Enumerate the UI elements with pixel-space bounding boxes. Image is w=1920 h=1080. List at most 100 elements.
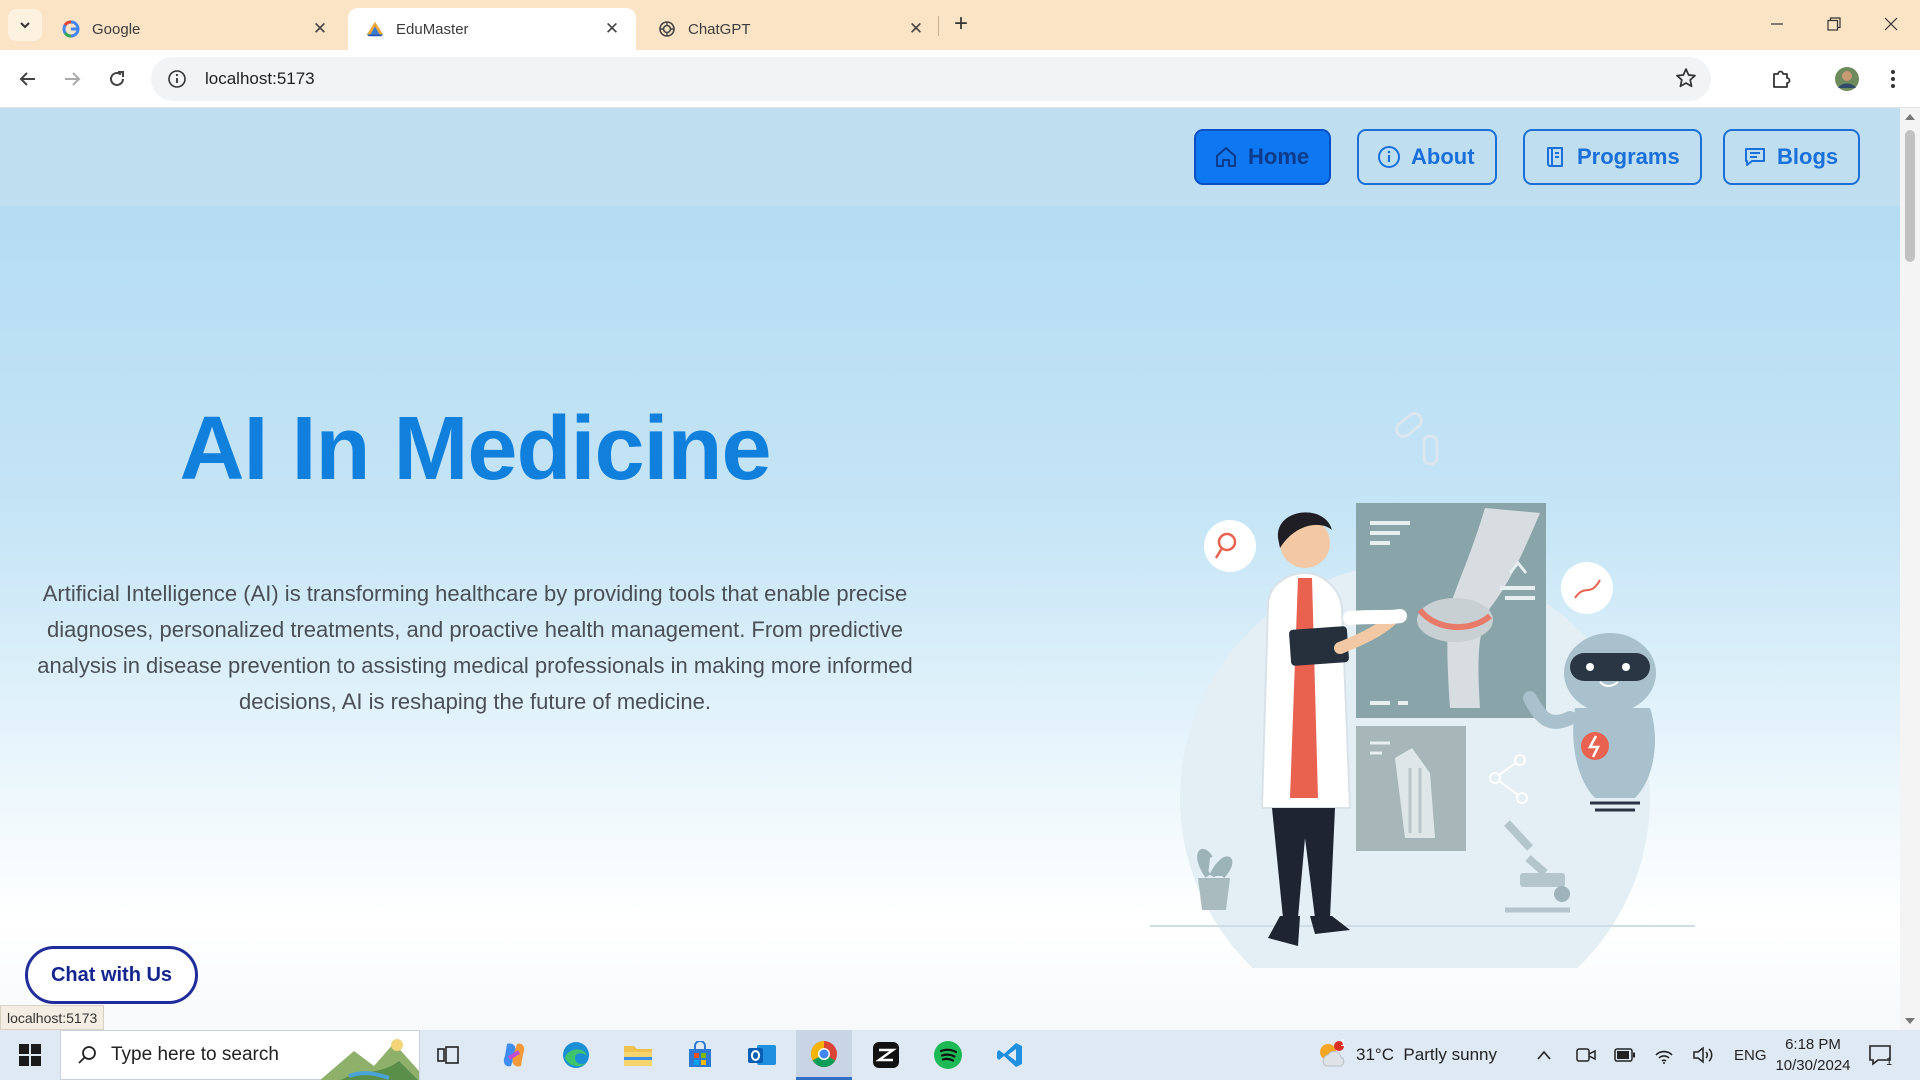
edge-app[interactable] [548, 1030, 604, 1080]
avatar-icon [1835, 67, 1859, 91]
browser-toolbar: localhost:5173 [0, 50, 1920, 108]
clock-date: 10/30/2024 [1775, 1057, 1851, 1074]
scroll-up-icon[interactable] [1905, 114, 1915, 120]
nav-blogs-label: Blogs [1777, 144, 1839, 169]
close-icon[interactable]: ✕ [906, 19, 926, 39]
taskbar-search-box[interactable]: Type here to search [60, 1030, 420, 1080]
nav-about-label: About [1411, 144, 1475, 169]
windows-taskbar: Type here to search 1 31°C Partly sunny [0, 1030, 1920, 1080]
forward-button[interactable] [56, 63, 88, 95]
weather-text: 31°C Partly sunny [1356, 1045, 1497, 1064]
scrollbar-thumb[interactable] [1905, 130, 1915, 262]
link-status-bar: localhost:5173 [0, 1005, 105, 1030]
bookmark-star-icon[interactable] [1675, 67, 1697, 94]
chevron-down-icon [20, 22, 30, 29]
weather-badge: 1 [1340, 1038, 1346, 1049]
nav-about-button[interactable]: About [1357, 129, 1497, 185]
extensions-button[interactable] [1765, 63, 1797, 95]
store-icon [689, 1041, 711, 1067]
tab-title: Google [92, 20, 141, 38]
nav-home-label: Home [1248, 144, 1310, 169]
hero-title: AI In Medicine [179, 399, 771, 499]
nav-blogs-button[interactable]: Blogs [1723, 129, 1861, 185]
nav-home-button[interactable]: Home [1194, 129, 1332, 185]
chat-with-us-button[interactable]: Chat with Us [25, 946, 198, 1004]
page-scrollbar[interactable] [1900, 108, 1920, 1030]
capcut-app[interactable] [858, 1030, 914, 1080]
chatgpt-icon [658, 20, 676, 38]
vscode-app[interactable] [982, 1030, 1038, 1080]
search-highlight-image [320, 1039, 419, 1080]
more-vertical-icon [1891, 70, 1895, 88]
browser-tab-bar: Google ✕ EduMaster ✕ ChatGPT ✕ + [0, 0, 1920, 50]
tab-edumaster[interactable]: EduMaster ✕ [348, 8, 636, 50]
search-placeholder: Type here to search [111, 1044, 279, 1065]
nav-programs-label: Programs [1577, 144, 1680, 169]
message-icon [1745, 148, 1765, 166]
address-bar[interactable]: localhost:5173 [151, 57, 1711, 101]
show-hidden-icons-button[interactable] [1536, 1030, 1552, 1080]
browser-menu-button[interactable] [1877, 63, 1909, 95]
minimize-button[interactable] [1748, 0, 1806, 48]
task-view-icon [437, 1046, 459, 1064]
plus-icon: + [953, 10, 968, 37]
tab-search-button[interactable] [8, 9, 42, 41]
vscode-icon [997, 1043, 1022, 1067]
doctor-robot-illustration [1150, 412, 1695, 968]
url-text: localhost:5173 [205, 69, 315, 88]
tab-title: ChatGPT [688, 20, 751, 38]
weather-widget[interactable]: 1 31°C Partly sunny [1316, 1030, 1497, 1080]
site-navbar: Home About Programs Blogs [0, 108, 1900, 206]
wifi-icon[interactable] [1654, 1030, 1674, 1080]
edumaster-icon [366, 20, 384, 38]
tab-separator [938, 16, 939, 36]
close-window-button[interactable] [1862, 0, 1920, 48]
page-viewport: Home About Programs Blogs AI In Medicine… [0, 108, 1900, 1030]
tab-title: EduMaster [396, 20, 469, 38]
restore-button[interactable] [1805, 0, 1863, 48]
tab-chatgpt[interactable]: ChatGPT ✕ [640, 8, 940, 50]
restore-icon [1827, 17, 1841, 31]
outlook-app[interactable] [734, 1030, 790, 1080]
new-tab-button[interactable]: + [947, 10, 975, 38]
chevron-up-icon [1537, 1050, 1551, 1060]
reload-icon [110, 71, 124, 86]
nav-programs-button[interactable]: Programs [1523, 129, 1702, 185]
tab-google[interactable]: Google ✕ [44, 8, 344, 50]
pill-icon [1395, 412, 1439, 466]
hero-description: Artificial Intelligence (AI) is transfor… [37, 581, 913, 714]
start-button[interactable] [0, 1030, 60, 1080]
back-button[interactable] [12, 63, 44, 95]
spotify-app[interactable] [920, 1030, 976, 1080]
task-view-button[interactable] [420, 1030, 476, 1080]
edge-icon [563, 1042, 589, 1068]
scroll-down-icon[interactable] [1905, 1018, 1915, 1024]
folder-icon [624, 1046, 652, 1066]
puzzle-icon [1773, 70, 1791, 88]
chrome-icon [810, 1040, 837, 1067]
copilot-app[interactable] [486, 1030, 542, 1080]
profile-avatar[interactable] [1831, 63, 1863, 95]
volume-icon[interactable] [1692, 1030, 1714, 1080]
home-icon [1216, 147, 1236, 167]
book-icon [1547, 147, 1563, 167]
info-icon [1378, 146, 1400, 168]
meet-now-icon[interactable] [1576, 1030, 1596, 1080]
reload-button[interactable] [101, 63, 133, 95]
minimize-icon [1771, 23, 1783, 25]
capcut-icon [873, 1042, 899, 1068]
close-icon[interactable]: ✕ [310, 19, 330, 39]
chrome-app[interactable] [796, 1030, 852, 1080]
windows-icon [19, 1044, 41, 1066]
file-explorer-app[interactable] [610, 1030, 666, 1080]
site-info-icon[interactable] [157, 59, 197, 99]
microsoft-store-app[interactable] [672, 1030, 728, 1080]
spotify-icon [934, 1041, 962, 1069]
battery-icon[interactable] [1614, 1030, 1636, 1080]
close-icon[interactable]: ✕ [602, 19, 622, 39]
close-icon [1884, 17, 1898, 31]
notification-count: 1 [1886, 1056, 1893, 1068]
language-indicator[interactable]: ENG [1734, 1030, 1767, 1080]
system-clock[interactable]: 6:18 PM 10/30/2024 [1768, 1034, 1858, 1076]
notification-center-button[interactable]: 1 [1868, 1030, 1892, 1080]
